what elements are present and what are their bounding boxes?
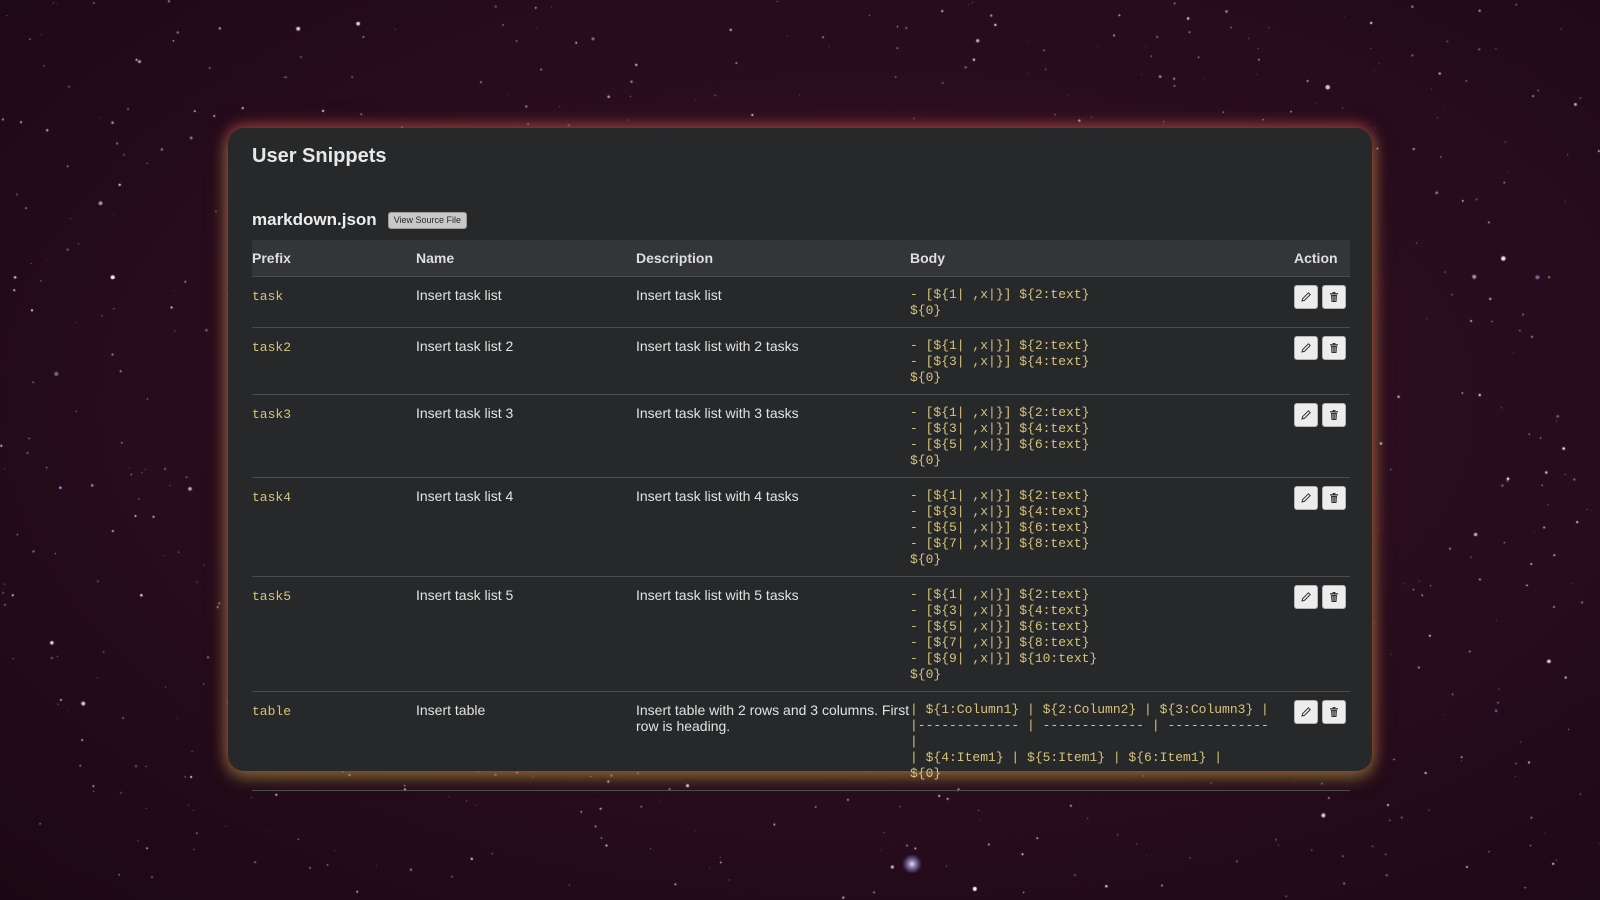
delete-snippet-button[interactable] bbox=[1322, 285, 1346, 309]
snippet-name: Insert table bbox=[416, 702, 486, 718]
row-actions bbox=[1294, 336, 1350, 360]
view-source-file-button[interactable]: View Source File bbox=[387, 211, 468, 229]
snippet-body: - [${1| ,x|}] ${2:text} - [${3| ,x|}] ${… bbox=[910, 338, 1090, 385]
delete-snippet-button[interactable] bbox=[1322, 486, 1346, 510]
trash-icon bbox=[1328, 591, 1340, 603]
row-actions bbox=[1294, 285, 1350, 309]
pencil-icon bbox=[1300, 409, 1312, 421]
column-header-name: Name bbox=[416, 240, 636, 277]
edit-snippet-button[interactable] bbox=[1294, 486, 1318, 510]
page-title: User Snippets bbox=[252, 145, 387, 167]
file-header: markdown.json View Source File bbox=[252, 208, 1348, 232]
snippet-description: Insert task list with 3 tasks bbox=[636, 405, 799, 421]
trash-icon bbox=[1328, 342, 1340, 354]
pencil-icon bbox=[1300, 342, 1312, 354]
snippet-description: Insert task list with 4 tasks bbox=[636, 488, 799, 504]
table-header-row: Prefix Name Description Body Action bbox=[252, 240, 1350, 277]
pencil-icon bbox=[1300, 492, 1312, 504]
snippet-prefix: task2 bbox=[252, 340, 292, 355]
delete-snippet-button[interactable] bbox=[1322, 336, 1346, 360]
snippet-name: Insert task list 5 bbox=[416, 587, 514, 603]
snippet-name: Insert task list 2 bbox=[416, 338, 514, 354]
table-row: task3 Insert task list 3 Insert task lis… bbox=[252, 394, 1350, 478]
snippet-description: Insert table with 2 rows and 3 columns. … bbox=[636, 702, 910, 734]
snippets-table: Prefix Name Description Body Action task… bbox=[252, 240, 1350, 791]
snippet-name: Insert task list 4 bbox=[416, 488, 514, 504]
snippet-description: Insert task list with 2 tasks bbox=[636, 338, 799, 354]
table-row: task Insert task list Insert task list -… bbox=[252, 276, 1350, 328]
table-row: table Insert table Insert table with 2 r… bbox=[252, 691, 1350, 791]
table-row: task2 Insert task list 2 Insert task lis… bbox=[252, 327, 1350, 395]
trash-icon bbox=[1328, 291, 1340, 303]
snippet-prefix: task3 bbox=[252, 407, 292, 422]
edit-snippet-button[interactable] bbox=[1294, 285, 1318, 309]
delete-snippet-button[interactable] bbox=[1322, 403, 1346, 427]
delete-snippet-button[interactable] bbox=[1322, 700, 1346, 724]
file-name: markdown.json bbox=[252, 210, 377, 229]
edit-snippet-button[interactable] bbox=[1294, 585, 1318, 609]
snippet-name: Insert task list 3 bbox=[416, 405, 514, 421]
column-header-body: Body bbox=[910, 240, 1294, 277]
snippet-body: - [${1| ,x|}] ${2:text} ${0} bbox=[910, 287, 1090, 318]
snippet-prefix: task4 bbox=[252, 490, 292, 505]
pencil-icon bbox=[1300, 591, 1312, 603]
pencil-icon bbox=[1300, 706, 1312, 718]
edit-snippet-button[interactable] bbox=[1294, 403, 1318, 427]
snippet-prefix: task bbox=[252, 289, 284, 304]
snippet-description: Insert task list bbox=[636, 287, 722, 303]
snippet-body: - [${1| ,x|}] ${2:text} - [${3| ,x|}] ${… bbox=[910, 488, 1090, 567]
edit-snippet-button[interactable] bbox=[1294, 336, 1318, 360]
snippet-prefix: table bbox=[252, 704, 292, 719]
delete-snippet-button[interactable] bbox=[1322, 585, 1346, 609]
snippet-body: - [${1| ,x|}] ${2:text} - [${3| ,x|}] ${… bbox=[910, 405, 1090, 468]
trash-icon bbox=[1328, 706, 1340, 718]
trash-icon bbox=[1328, 409, 1340, 421]
edit-snippet-button[interactable] bbox=[1294, 700, 1318, 724]
row-actions bbox=[1294, 585, 1350, 609]
table-row: task5 Insert task list 5 Insert task lis… bbox=[252, 576, 1350, 692]
user-snippets-panel: User Snippets markdown.json View Source … bbox=[228, 128, 1372, 791]
table-row: task4 Insert task list 4 Insert task lis… bbox=[252, 477, 1350, 577]
snippet-description: Insert task list with 5 tasks bbox=[636, 587, 799, 603]
trash-icon bbox=[1328, 492, 1340, 504]
snippet-prefix: task5 bbox=[252, 589, 292, 604]
column-header-description: Description bbox=[636, 240, 910, 277]
pencil-icon bbox=[1300, 291, 1312, 303]
row-actions bbox=[1294, 403, 1350, 427]
row-actions bbox=[1294, 486, 1350, 510]
column-header-action: Action bbox=[1294, 240, 1350, 277]
snippet-body: - [${1| ,x|}] ${2:text} - [${3| ,x|}] ${… bbox=[910, 587, 1098, 682]
column-header-prefix: Prefix bbox=[252, 240, 416, 277]
snippet-name: Insert task list bbox=[416, 287, 502, 303]
snippet-body: | ${1:Column1} | ${2:Column2} | ${3:Colu… bbox=[910, 702, 1269, 781]
row-actions bbox=[1294, 700, 1350, 724]
